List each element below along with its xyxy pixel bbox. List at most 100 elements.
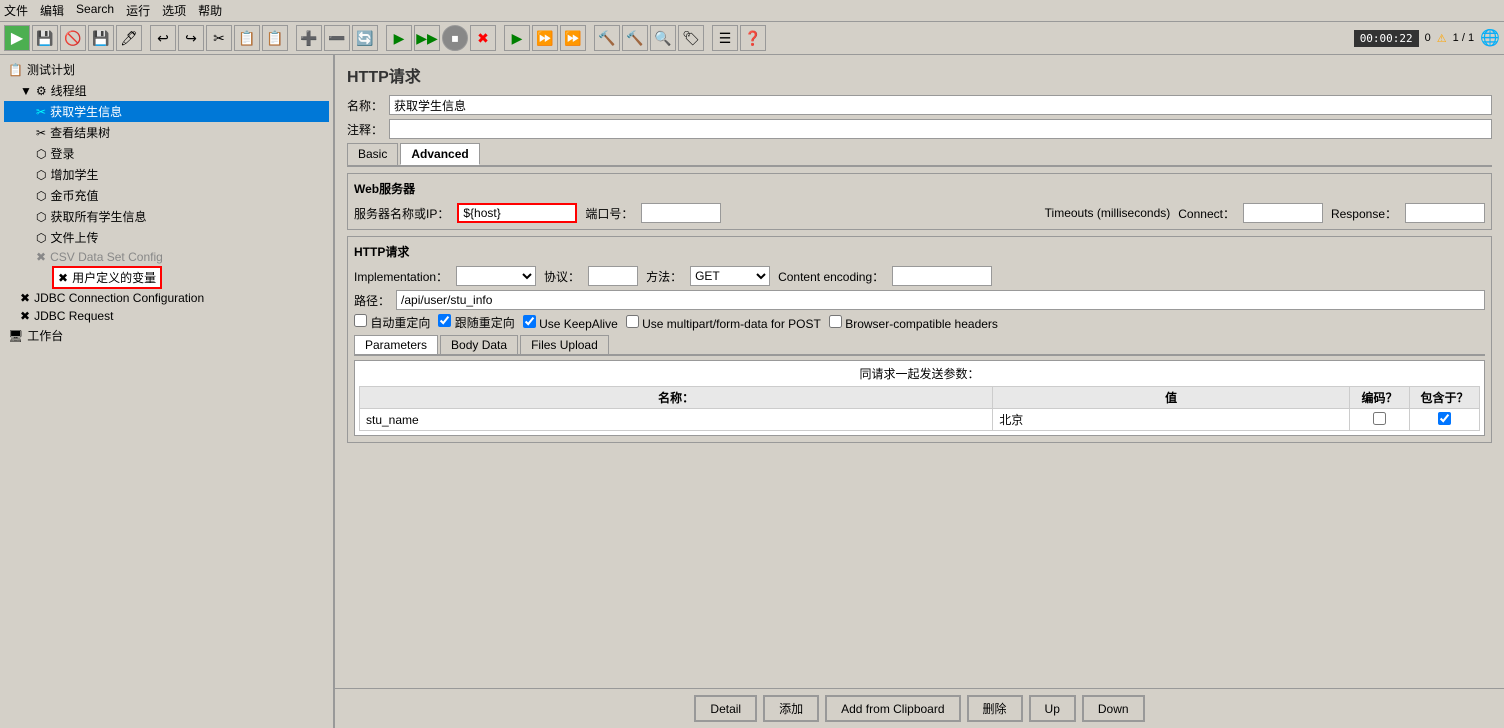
impl-label: Implementation： (354, 268, 448, 285)
menu-file[interactable]: 文件 (4, 2, 28, 19)
tree-icon-jdbc-conn: ✖ (20, 291, 30, 305)
toolbar-tool2[interactable]: 🔨 (622, 25, 648, 51)
bottom-bar: Detail 添加 Add from Clipboard 删除 Up Down (335, 688, 1504, 728)
cb-follow-redirect[interactable]: 跟随重定向 (438, 314, 514, 331)
menu-edit[interactable]: 编辑 (40, 2, 64, 19)
toolbar-stop-all[interactable]: 🚫 (60, 25, 86, 51)
menu-help[interactable]: 帮助 (198, 2, 222, 19)
toolbar-save[interactable]: 💾 (88, 25, 114, 51)
response-input[interactable] (1405, 203, 1485, 223)
tree-item-workbench[interactable]: 🖥 工作台 (4, 325, 329, 346)
tab-basic[interactable]: Basic (347, 143, 398, 165)
main-tab-bar: Basic Advanced (347, 143, 1492, 167)
tree-item-all-students[interactable]: ⬡ 获取所有学生信息 (4, 206, 329, 227)
tree-item-login[interactable]: ⬡ 登录 (4, 143, 329, 164)
toolbar-list[interactable]: ☰ (712, 25, 738, 51)
toolbar-binoculars[interactable]: 🔍 (650, 25, 676, 51)
sub-tab-files-upload[interactable]: Files Upload (520, 335, 609, 354)
cb-follow-redirect-input[interactable] (438, 314, 451, 327)
port-input[interactable] (641, 203, 721, 223)
cb-multipart[interactable]: Use multipart/form-data for POST (626, 315, 821, 331)
toolbar: ▶ 💾 🚫 💾 🖊 ↩ ↪ ✂ 📋 📋 ➕ ➖ 🔄 ▶ ▶▶ ⏹ ✖ ▶ ⏩ ⏩… (0, 22, 1504, 55)
encoding-label: Content encoding： (778, 268, 884, 285)
menu-run[interactable]: 运行 (126, 2, 150, 19)
cb-multipart-label: Use multipart/form-data for POST (642, 317, 821, 331)
connect-input[interactable] (1243, 203, 1323, 223)
cb-keepalive[interactable]: Use KeepAlive (523, 315, 618, 331)
menu-search[interactable]: Search (76, 2, 114, 19)
cb-auto-redirect-input[interactable] (354, 314, 367, 327)
sub-tab-parameters[interactable]: Parameters (354, 335, 438, 354)
protocol-label: 协议： (544, 268, 580, 285)
tree-item-jdbc-req[interactable]: ✖ JDBC Request (4, 307, 329, 325)
sub-tab-body-data[interactable]: Body Data (440, 335, 518, 354)
toolbar-label[interactable]: 🏷 (678, 25, 704, 51)
cb-multipart-input[interactable] (626, 315, 639, 328)
toolbar-tool1[interactable]: 🔨 (594, 25, 620, 51)
tree-label-all-students: 获取所有学生信息 (50, 208, 146, 225)
tree-item-get-student[interactable]: ✂ 获取学生信息 (4, 101, 329, 122)
tree-item-thread-group[interactable]: ▼ ⚙ 线程组 (4, 80, 329, 101)
btn-add-clipboard[interactable]: Add from Clipboard (825, 695, 960, 722)
method-row: Implementation： 协议： 方法： GET POST PUT DEL… (354, 266, 1485, 286)
toolbar-start[interactable]: ▶ (386, 25, 412, 51)
protocol-input[interactable] (588, 266, 638, 286)
toolbar-shutdown[interactable]: ✖ (470, 25, 496, 51)
toolbar-help[interactable]: ❓ (740, 25, 766, 51)
btn-add[interactable]: 添加 (763, 695, 819, 722)
btn-delete[interactable]: 删除 (967, 695, 1023, 722)
cb-browser-compat[interactable]: Browser-compatible headers (829, 315, 998, 331)
toolbar-toggle[interactable]: 🔄 (352, 25, 378, 51)
cb-browser-compat-input[interactable] (829, 315, 842, 328)
tree-label-jdbc-req: JDBC Request (34, 309, 113, 323)
toolbar-new[interactable]: ▶ (4, 25, 30, 51)
toolbar-edit[interactable]: 🖊 (116, 25, 142, 51)
tree-icon-view-results: ✂ (36, 126, 46, 140)
tree-item-view-results[interactable]: ✂ 查看结果树 (4, 122, 329, 143)
tree-item-jdbc-conn[interactable]: ✖ JDBC Connection Configuration (4, 289, 329, 307)
tab-advanced[interactable]: Advanced (400, 143, 479, 165)
btn-down[interactable]: Down (1082, 695, 1145, 722)
encode-checkbox[interactable] (1373, 412, 1386, 425)
menu-options[interactable]: 选项 (162, 2, 186, 19)
cb-auto-redirect[interactable]: 自动重定向 (354, 314, 430, 331)
tree-item-upload[interactable]: ⬡ 文件上传 (4, 227, 329, 248)
toolbar-run[interactable]: ▶ (504, 25, 530, 51)
btn-detail[interactable]: Detail (694, 695, 757, 722)
toolbar-save-template[interactable]: 💾 (32, 25, 58, 51)
toolbar-redo[interactable]: ↪ (178, 25, 204, 51)
tree-item-test-plan[interactable]: 📋 测试计划 (4, 59, 329, 80)
method-select[interactable]: GET POST PUT DELETE (690, 266, 770, 286)
toolbar-remote2[interactable]: ⏩ (560, 25, 586, 51)
tree-item-csv[interactable]: ✖ CSV Data Set Config (4, 248, 329, 266)
comment-input[interactable] (389, 119, 1492, 139)
include-checkbox[interactable] (1438, 412, 1451, 425)
tree-icon-test-plan: 📋 (8, 63, 23, 77)
btn-up[interactable]: Up (1029, 695, 1076, 722)
cb-keepalive-label: Use KeepAlive (539, 317, 618, 331)
tree-label-coin: 金币充值 (50, 187, 98, 204)
cb-keepalive-input[interactable] (523, 315, 536, 328)
toolbar-copy[interactable]: 📋 (234, 25, 260, 51)
response-label: Response： (1331, 205, 1397, 222)
toolbar-start-nopause[interactable]: ▶▶ (414, 25, 440, 51)
path-input[interactable] (396, 290, 1485, 310)
server-label: 服务器名称或IP： (354, 205, 449, 222)
toolbar-undo[interactable]: ↩ (150, 25, 176, 51)
server-input[interactable] (457, 203, 577, 223)
impl-select[interactable] (456, 266, 536, 286)
toolbar-expand[interactable]: ➕ (296, 25, 322, 51)
toolbar-cut[interactable]: ✂ (206, 25, 232, 51)
toolbar-paste[interactable]: 📋 (262, 25, 288, 51)
encoding-input[interactable] (892, 266, 992, 286)
tree-item-add-student[interactable]: ⬡ 增加学生 (4, 164, 329, 185)
http-request-section: HTTP请求 Implementation： 协议： 方法： GET POST … (347, 236, 1492, 443)
spacer (335, 457, 1504, 688)
name-input[interactable] (389, 95, 1492, 115)
toolbar-right: 00:00:22 0 ⚠ 1 / 1 🌐 (1354, 28, 1500, 48)
tree-item-user-var[interactable]: ✖ 用户定义的变量 (52, 266, 162, 289)
toolbar-stop[interactable]: ⏹ (442, 25, 468, 51)
tree-item-coin[interactable]: ⬡ 金币充值 (4, 185, 329, 206)
toolbar-remote1[interactable]: ⏩ (532, 25, 558, 51)
toolbar-collapse[interactable]: ➖ (324, 25, 350, 51)
